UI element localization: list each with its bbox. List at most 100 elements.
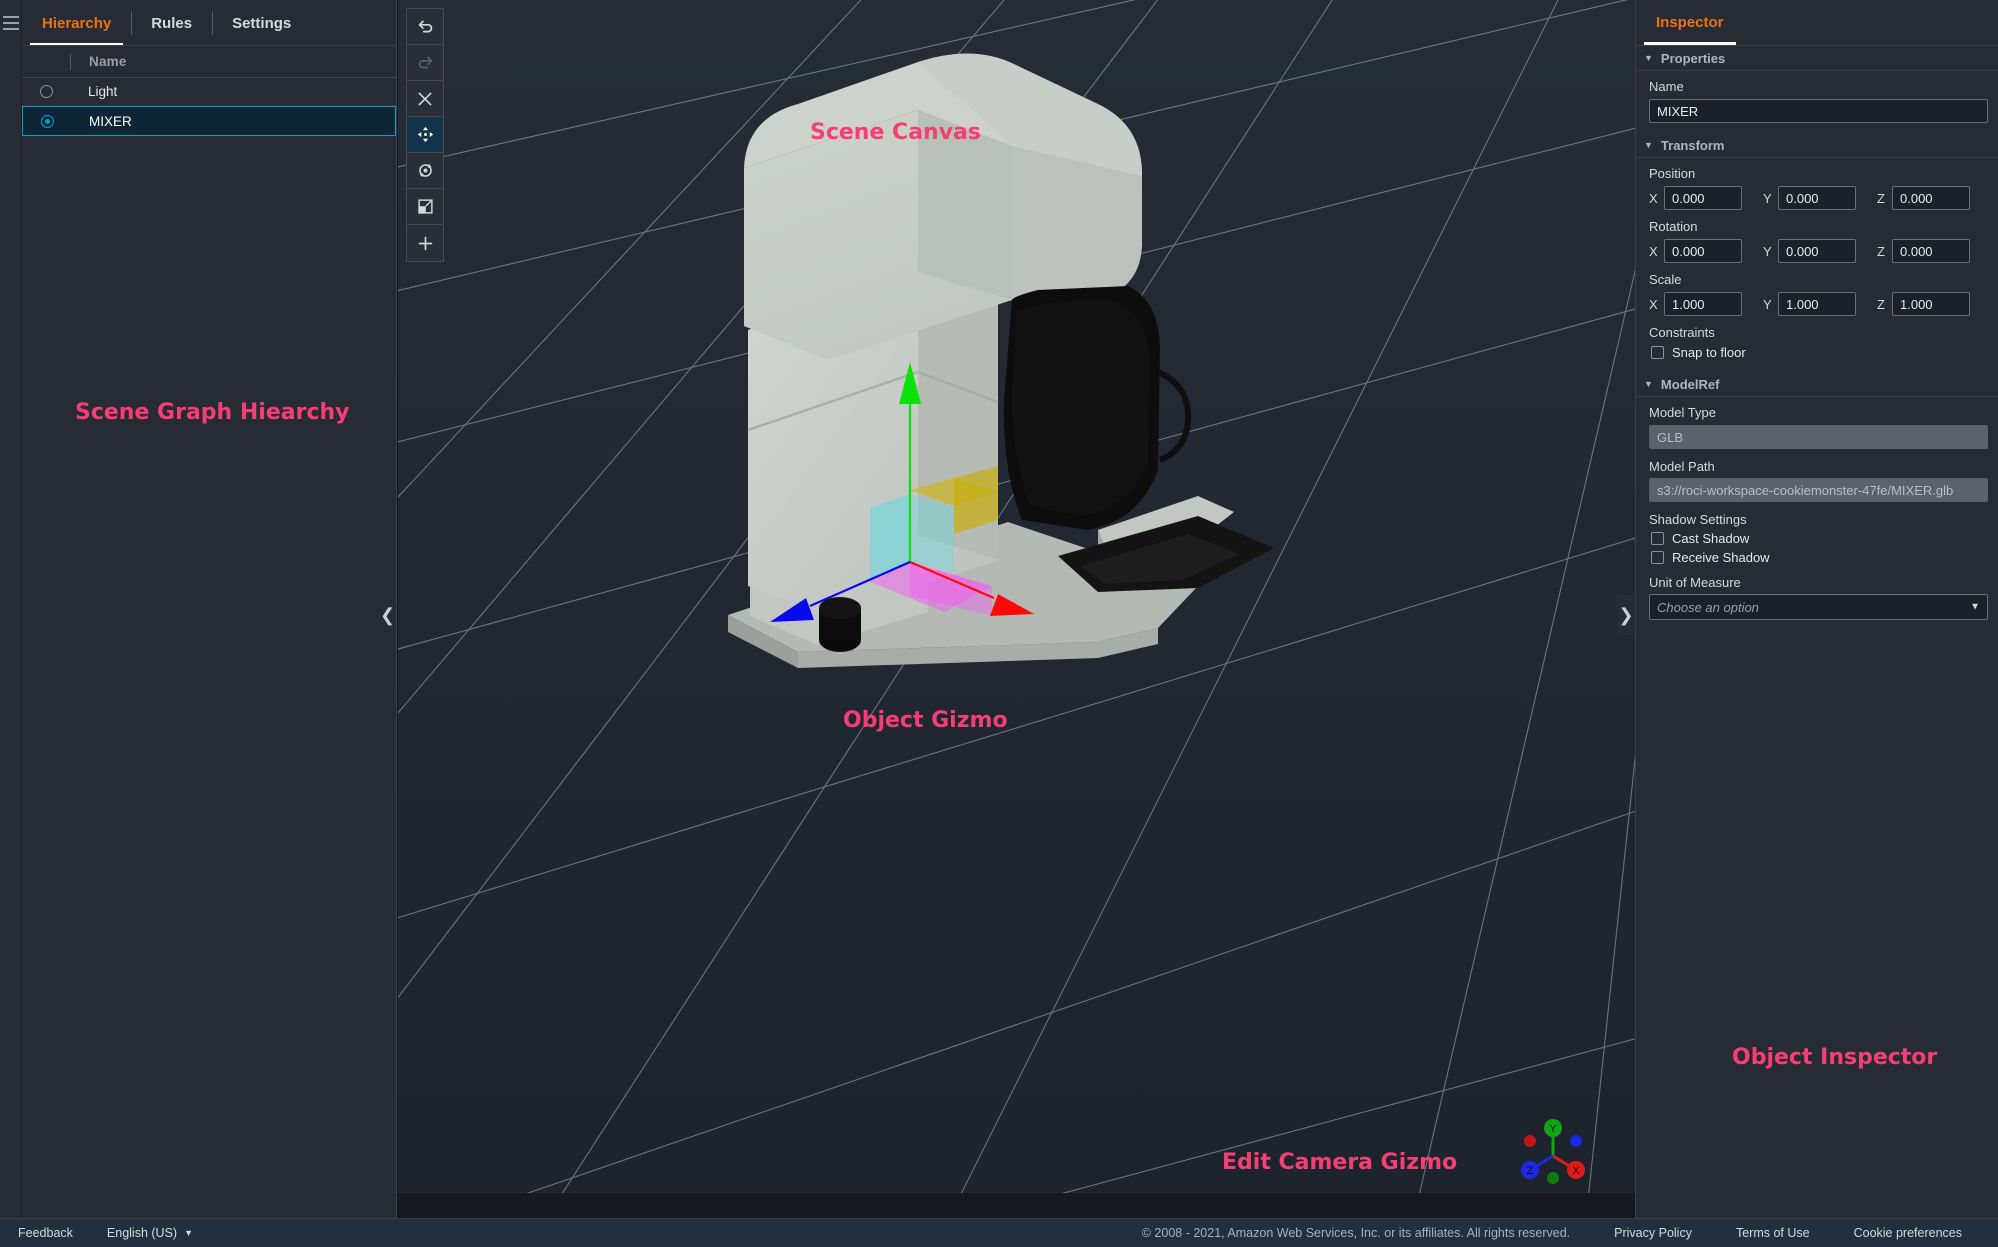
section-title: Properties xyxy=(1661,51,1725,66)
axis-label-z: Z xyxy=(1877,191,1888,206)
position-fields: X Y Z xyxy=(1649,186,1988,210)
add-object-button[interactable] xyxy=(407,225,443,261)
scene-canvas[interactable] xyxy=(398,0,1638,1193)
object-name-input[interactable] xyxy=(1649,99,1988,123)
chevron-down-icon: ▼ xyxy=(1970,602,1980,613)
rotation-x-input[interactable] xyxy=(1664,239,1742,263)
tab-settings[interactable]: Settings xyxy=(212,0,311,46)
section-title: Transform xyxy=(1661,138,1725,153)
axis-label-y: Y xyxy=(1763,297,1774,312)
checkbox-icon[interactable] xyxy=(1651,346,1664,359)
table-row[interactable]: Light xyxy=(22,78,396,106)
axis-label-y: Y xyxy=(1763,244,1774,259)
cast-shadow-row[interactable]: Cast Shadow xyxy=(1651,531,1988,546)
position-y-input[interactable] xyxy=(1778,186,1856,210)
scene-graph-panel: Hierarchy Rules Settings Name Light MIXE… xyxy=(22,0,397,1218)
transform-section-body: Position X Y Z Rotation X Y Z xyxy=(1636,158,1998,372)
receive-shadow-row[interactable]: Receive Shadow xyxy=(1651,550,1988,565)
section-header-properties[interactable]: ▼ Properties xyxy=(1636,46,1998,71)
column-header-name: Name xyxy=(71,54,127,69)
copyright-text: © 2008 - 2021, Amazon Web Services, Inc.… xyxy=(1142,1226,1570,1240)
section-header-transform[interactable]: ▼ Transform xyxy=(1636,133,1998,158)
redo-button[interactable] xyxy=(407,45,443,81)
list-item-label: Light xyxy=(70,84,117,99)
rotate-icon xyxy=(417,162,434,179)
edit-camera-gizmo[interactable]: Y X Z xyxy=(1508,1108,1598,1198)
page-footer: Feedback English (US) ▼ © 2008 - 2021, A… xyxy=(0,1218,1998,1247)
axis-dot-neg-y xyxy=(1547,1172,1559,1184)
radio-icon xyxy=(41,115,54,128)
constraints-label: Constraints xyxy=(1649,325,1988,340)
model-type-label: Model Type xyxy=(1649,405,1988,420)
axis-label-y: Y xyxy=(1763,191,1774,206)
cookie-preferences-link[interactable]: Cookie preferences xyxy=(1854,1226,1962,1240)
close-icon xyxy=(417,91,433,107)
rotate-tool-button[interactable] xyxy=(407,153,443,189)
position-x-input[interactable] xyxy=(1664,186,1742,210)
language-label: English (US) xyxy=(107,1226,177,1240)
privacy-policy-link[interactable]: Privacy Policy xyxy=(1614,1226,1692,1240)
unit-of-measure-label: Unit of Measure xyxy=(1649,575,1988,590)
axis-label-y: Y xyxy=(1549,1123,1557,1135)
table-row[interactable]: MIXER xyxy=(22,106,396,136)
undo-button[interactable] xyxy=(407,9,443,45)
list-item-label: MIXER xyxy=(71,114,132,129)
chevron-down-icon: ▼ xyxy=(1644,53,1653,63)
scale-y-input[interactable] xyxy=(1778,292,1856,316)
scene-render xyxy=(398,0,1638,1193)
scale-fields: X Y Z xyxy=(1649,292,1988,316)
position-label: Position xyxy=(1649,166,1988,181)
unit-of-measure-value: Choose an option xyxy=(1657,600,1759,615)
hamburger-icon[interactable] xyxy=(3,16,19,34)
rotation-fields: X Y Z xyxy=(1649,239,1988,263)
axis-dot-neg-x xyxy=(1524,1135,1536,1147)
tab-rules[interactable]: Rules xyxy=(131,0,212,46)
collapse-left-panel-button[interactable]: ❮ xyxy=(379,595,397,635)
rotation-y-input[interactable] xyxy=(1778,239,1856,263)
tab-hierarchy[interactable]: Hierarchy xyxy=(22,0,131,46)
inspector-panel: Inspector ▼ Properties Name ▼ Transform … xyxy=(1635,0,1998,1218)
chevron-down-icon: ▼ xyxy=(1644,140,1653,150)
model-path-input xyxy=(1649,478,1988,502)
move-icon xyxy=(417,126,434,143)
terms-of-use-link[interactable]: Terms of Use xyxy=(1736,1226,1810,1240)
row-radio[interactable] xyxy=(22,85,70,98)
cast-shadow-label: Cast Shadow xyxy=(1672,531,1749,546)
modelref-section-body: Model Type Model Path Shadow Settings Ca… xyxy=(1636,397,1998,630)
position-z-input[interactable] xyxy=(1892,186,1970,210)
scale-label: Scale xyxy=(1649,272,1988,287)
scale-x-input[interactable] xyxy=(1664,292,1742,316)
axis-label-z: Z xyxy=(1877,297,1888,312)
row-radio[interactable] xyxy=(23,115,71,128)
inspector-tabs: Inspector xyxy=(1636,0,1998,46)
redo-icon xyxy=(417,54,434,71)
axis-label-x: X xyxy=(1572,1165,1580,1177)
left-panel-tabs: Hierarchy Rules Settings xyxy=(22,0,396,46)
unit-of-measure-select[interactable]: Choose an option ▼ xyxy=(1649,594,1988,620)
chevron-down-icon: ▼ xyxy=(184,1228,193,1238)
scale-icon xyxy=(417,198,434,215)
shadow-settings-label: Shadow Settings xyxy=(1649,512,1988,527)
scale-z-input[interactable] xyxy=(1892,292,1970,316)
feedback-link[interactable]: Feedback xyxy=(18,1226,73,1240)
rotation-label: Rotation xyxy=(1649,219,1988,234)
language-selector[interactable]: English (US) ▼ xyxy=(107,1226,193,1240)
axis-dot-neg-z xyxy=(1570,1135,1582,1147)
plus-icon xyxy=(417,235,434,252)
rotation-z-input[interactable] xyxy=(1892,239,1970,263)
section-title: ModelRef xyxy=(1661,377,1720,392)
collapse-right-panel-button[interactable]: ❯ xyxy=(1617,595,1635,635)
scale-tool-button[interactable] xyxy=(407,189,443,225)
checkbox-icon[interactable] xyxy=(1651,532,1664,545)
left-rail xyxy=(0,0,22,1218)
snap-to-floor-label: Snap to floor xyxy=(1672,345,1746,360)
tab-inspector[interactable]: Inspector xyxy=(1636,0,1744,45)
delete-button[interactable] xyxy=(407,81,443,117)
scene-editor-app: Hierarchy Rules Settings Name Light MIXE… xyxy=(0,0,1998,1247)
radio-icon xyxy=(40,85,53,98)
snap-to-floor-row[interactable]: Snap to floor xyxy=(1651,345,1988,360)
translate-tool-button[interactable] xyxy=(407,117,443,153)
name-label: Name xyxy=(1649,79,1988,94)
checkbox-icon[interactable] xyxy=(1651,551,1664,564)
section-header-modelref[interactable]: ▼ ModelRef xyxy=(1636,372,1998,397)
